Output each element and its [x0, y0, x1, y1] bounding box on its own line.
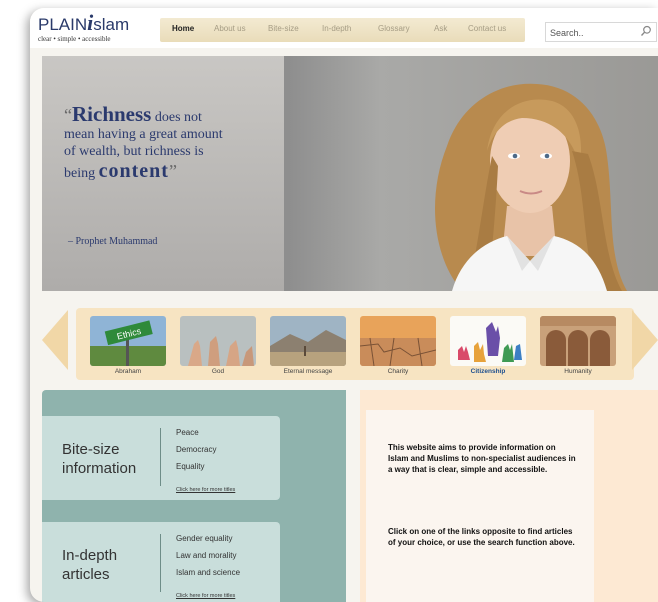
thumb-label-charity[interactable]: Charity: [360, 368, 436, 375]
in-depth-title[interactable]: In-depth articles: [62, 546, 117, 584]
hero-quote: “Richness does not mean having a great a…: [64, 104, 274, 188]
hero-banner: “Richness does not mean having a great a…: [42, 56, 658, 291]
search-input[interactable]: [546, 24, 634, 42]
thumb-label-eternal-message[interactable]: Eternal message: [270, 368, 346, 375]
quote-line3: of wealth, but richness is: [64, 144, 204, 159]
in-depth-more-link[interactable]: Click here for more titles: [176, 593, 235, 599]
thumb-label-god[interactable]: God: [180, 368, 256, 375]
thumb-abraham[interactable]: Ethics: [90, 316, 166, 366]
quote-line1: does not: [151, 110, 202, 125]
in-depth-links: Gender equality Law and morality Islam a…: [176, 530, 240, 581]
browser-frame: PLAINislam clear • simple • accessible H…: [30, 8, 658, 602]
quote-keyword-content: content: [98, 160, 169, 182]
thumb-humanity[interactable]: [540, 316, 616, 366]
thumb-god[interactable]: [180, 316, 256, 366]
in-depth-title-line1: In-depth: [62, 547, 118, 564]
raised-hands-image: [180, 316, 256, 366]
main-nav: Home About us Bite-size In-depth Glossar…: [160, 18, 525, 42]
thumb-label-abraham[interactable]: Abraham: [90, 368, 166, 375]
thumb-eternal-message[interactable]: [270, 316, 346, 366]
card-divider: [160, 534, 161, 592]
quote-line2: mean having a great amount: [64, 127, 223, 142]
nav-in-depth[interactable]: In-depth: [322, 24, 351, 33]
close-quote-mark: ”: [168, 161, 177, 181]
arches-image: [540, 316, 616, 366]
search-box: [545, 22, 657, 42]
bite-size-links: Peace Democracy Equality: [176, 424, 216, 475]
topic-carousel: Ethics Abraham God Eternal message Chari…: [42, 298, 658, 380]
info-panel: This website aims to provide information…: [360, 390, 658, 602]
desert-landscape-image: [270, 316, 346, 366]
thumb-charity[interactable]: [360, 316, 436, 366]
thumb-citizenship[interactable]: [450, 316, 526, 366]
thumb-label-humanity[interactable]: Humanity: [540, 368, 616, 375]
info-paragraph-instructions: Click on one of the links opposite to fi…: [388, 527, 575, 547]
bite-size-link-democracy[interactable]: Democracy: [176, 441, 216, 458]
articles-panel: Bite-size information Peace Democracy Eq…: [42, 390, 346, 602]
logo-tagline: clear • simple • accessible: [38, 35, 111, 43]
nav-bite-size[interactable]: Bite-size: [268, 24, 299, 33]
carousel-next-arrow-icon[interactable]: [632, 310, 658, 370]
bite-size-card: Bite-size information Peace Democracy Eq…: [42, 416, 280, 500]
hero-portrait-image: [435, 83, 627, 291]
quote-keyword-richness: Richness: [72, 102, 152, 126]
nav-contact-us[interactable]: Contact us: [468, 24, 506, 33]
in-depth-card: In-depth articles Gender equality Law an…: [42, 522, 280, 602]
bite-size-title-line2: information: [62, 460, 137, 477]
nav-ask[interactable]: Ask: [434, 24, 447, 33]
info-paragraph-intro: This website aims to provide information…: [388, 443, 576, 474]
thumb-label-citizenship[interactable]: Citizenship: [450, 368, 526, 375]
carousel-strip: Ethics Abraham God Eternal message Chari…: [76, 308, 634, 380]
nav-glossary[interactable]: Glossary: [378, 24, 410, 33]
card-divider: [160, 428, 161, 486]
bite-size-link-equality[interactable]: Equality: [176, 458, 216, 475]
in-depth-link-islam-and-science[interactable]: Islam and science: [176, 564, 240, 581]
bite-size-link-peace[interactable]: Peace: [176, 424, 216, 441]
quote-line4: being: [64, 166, 99, 181]
quote-attribution: – Prophet Muhammad: [68, 236, 158, 247]
info-box: This website aims to provide information…: [366, 410, 594, 602]
open-quote-mark: “: [64, 105, 72, 125]
bite-size-more-link[interactable]: Click here for more titles: [176, 487, 235, 493]
logo-wordmark: PLAINislam: [38, 12, 130, 34]
in-depth-link-law-and-morality[interactable]: Law and morality: [176, 547, 240, 564]
painted-hands-image: [450, 316, 526, 366]
ethics-sign-image: Ethics: [90, 316, 166, 366]
in-depth-title-line2: articles: [62, 566, 110, 583]
logo-slam: slam: [93, 15, 130, 34]
site-logo[interactable]: PLAINislam clear • simple • accessible: [38, 12, 130, 44]
logo-plain: PLAIN: [38, 15, 88, 34]
search-icon[interactable]: [640, 25, 652, 37]
nav-about-us[interactable]: About us: [214, 24, 246, 33]
carousel-prev-arrow-icon[interactable]: [42, 310, 68, 370]
cracked-earth-image: [360, 316, 436, 366]
site-header: PLAINislam clear • simple • accessible H…: [30, 8, 658, 48]
in-depth-link-gender-equality[interactable]: Gender equality: [176, 530, 240, 547]
bite-size-title[interactable]: Bite-size information: [62, 440, 136, 478]
bite-size-title-line1: Bite-size: [62, 441, 120, 458]
nav-home[interactable]: Home: [172, 24, 194, 33]
